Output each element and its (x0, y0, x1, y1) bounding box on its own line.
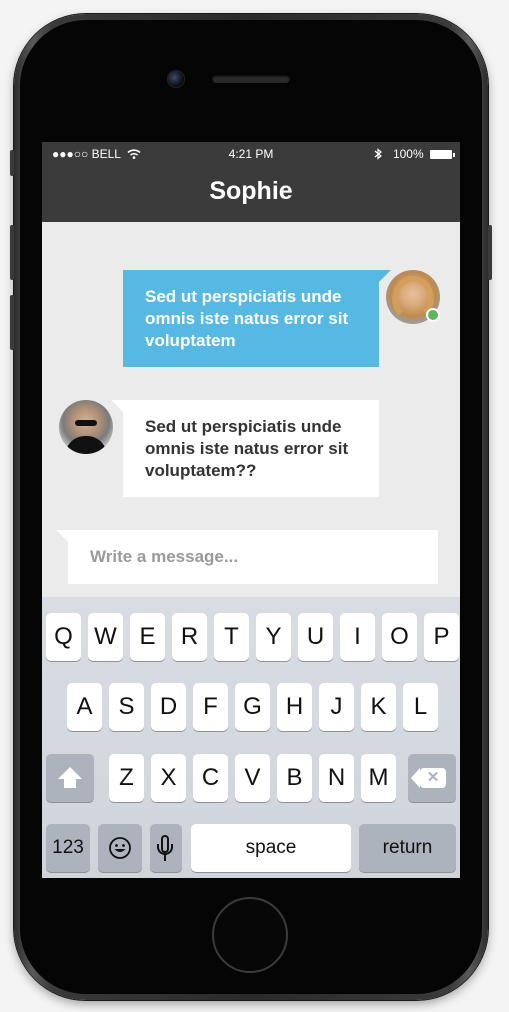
numbers-key[interactable]: 123 (46, 824, 90, 872)
key-g[interactable]: G (235, 683, 270, 731)
avatar-jacket (65, 436, 107, 454)
key-o[interactable]: O (382, 613, 417, 661)
earpiece-speaker (212, 75, 290, 83)
message-input[interactable] (68, 530, 438, 584)
conversation-title: Sophie (42, 164, 460, 222)
key-b[interactable]: B (277, 754, 312, 802)
online-status-indicator (426, 308, 440, 322)
key-d[interactable]: D (151, 683, 186, 731)
backspace-key[interactable]: ✕ (408, 754, 456, 802)
volume-down-button (10, 295, 14, 350)
bluetooth-icon (374, 148, 382, 160)
message-incoming: Sed ut perspiciatis unde omnis iste natu… (111, 400, 379, 497)
status-bar: ●●●○○ BELL 4:21 PM 100% (42, 142, 460, 164)
battery-icon (430, 150, 455, 159)
key-n[interactable]: N (319, 754, 354, 802)
emoji-key[interactable] (98, 824, 142, 872)
emoji-icon (109, 837, 131, 859)
key-q[interactable]: Q (46, 613, 81, 661)
mute-switch (10, 150, 14, 176)
key-l[interactable]: L (403, 683, 438, 731)
key-c[interactable]: C (193, 754, 228, 802)
key-k[interactable]: K (361, 683, 396, 731)
key-p[interactable]: P (424, 613, 459, 661)
battery-status: 100% (374, 147, 455, 161)
front-camera (167, 70, 185, 88)
keyboard: Q W E R T Y U I O P A S D F G H J K L Z … (42, 597, 460, 878)
key-t[interactable]: T (214, 613, 249, 661)
power-button (488, 225, 492, 280)
key-i[interactable]: I (340, 613, 375, 661)
user-avatar[interactable] (59, 400, 113, 454)
key-j[interactable]: J (319, 683, 354, 731)
volume-up-button (10, 225, 14, 280)
key-r[interactable]: R (172, 613, 207, 661)
message-composer (56, 530, 438, 584)
key-m[interactable]: M (361, 754, 396, 802)
shift-icon (58, 767, 82, 779)
message-text: Sed ut perspiciatis unde omnis iste natu… (145, 287, 349, 350)
key-v[interactable]: V (235, 754, 270, 802)
key-w[interactable]: W (88, 613, 123, 661)
key-z[interactable]: Z (109, 754, 144, 802)
message-outgoing: Sed ut perspiciatis unde omnis iste natu… (123, 270, 391, 367)
key-f[interactable]: F (193, 683, 228, 731)
return-key[interactable]: return (359, 824, 456, 872)
battery-percent: 100% (392, 147, 424, 161)
key-u[interactable]: U (298, 613, 333, 661)
home-button[interactable] (212, 897, 288, 973)
space-key[interactable]: space (191, 824, 351, 872)
shift-key[interactable] (46, 754, 94, 802)
screen: ●●●○○ BELL 4:21 PM 100% Sophie Sed ut pe… (42, 142, 460, 878)
key-x[interactable]: X (151, 754, 186, 802)
key-s[interactable]: S (109, 683, 144, 731)
avatar-sunglasses (75, 420, 97, 426)
key-e[interactable]: E (130, 613, 165, 661)
key-h[interactable]: H (277, 683, 312, 731)
backspace-icon: ✕ (411, 768, 446, 788)
key-y[interactable]: Y (256, 613, 291, 661)
message-text: Sed ut perspiciatis unde omnis iste natu… (145, 417, 349, 480)
dictation-key[interactable] (150, 824, 182, 872)
key-a[interactable]: A (67, 683, 102, 731)
